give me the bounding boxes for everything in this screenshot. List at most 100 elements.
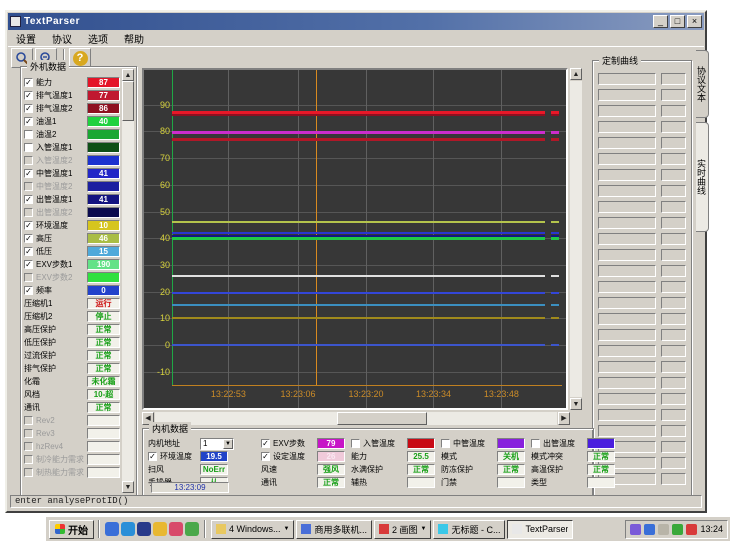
chart-hscroll-thumb[interactable] bbox=[337, 412, 427, 425]
custom-curve-value-box[interactable] bbox=[661, 233, 686, 245]
task-button[interactable]: 2 画图▼ bbox=[374, 520, 431, 539]
custom-curve-value-box[interactable] bbox=[661, 217, 686, 229]
custom-curve-value-box[interactable] bbox=[661, 409, 686, 421]
custom-curve-name-box[interactable] bbox=[598, 137, 656, 149]
indoor-checkbox[interactable]: ✓ bbox=[261, 452, 270, 461]
task-button[interactable]: TextParser bbox=[507, 520, 573, 539]
download-manager-icon[interactable] bbox=[686, 524, 697, 535]
mail-icon[interactable] bbox=[153, 522, 167, 536]
custom-curve-name-box[interactable] bbox=[598, 281, 656, 293]
curve-checkbox[interactable] bbox=[24, 273, 33, 282]
custom-curve-name-box[interactable] bbox=[598, 425, 656, 437]
tab-realtime-curve[interactable]: 实时曲线 bbox=[696, 122, 709, 232]
download-icon[interactable] bbox=[169, 522, 183, 536]
custom-curve-name-box[interactable] bbox=[598, 233, 656, 245]
custom-curve-name-box[interactable] bbox=[598, 345, 656, 357]
custom-curve-name-box[interactable] bbox=[598, 265, 656, 277]
curve-checkbox[interactable] bbox=[24, 143, 33, 152]
custom-curve-name-box[interactable] bbox=[598, 169, 656, 181]
restore-button[interactable]: □ bbox=[670, 15, 685, 28]
curve-checkbox[interactable] bbox=[24, 208, 33, 217]
outdoor-scroll-up-icon[interactable]: ▲ bbox=[122, 69, 134, 81]
chart-scroll-up-icon[interactable]: ▲ bbox=[570, 68, 582, 80]
start-button[interactable]: 开始 bbox=[49, 520, 94, 539]
outdoor-scrollbar[interactable] bbox=[122, 81, 134, 481]
custom-curve-value-box[interactable] bbox=[661, 105, 686, 117]
curve-checkbox[interactable]: ✓ bbox=[24, 234, 33, 243]
menu-protocol[interactable]: 协议 bbox=[44, 30, 80, 47]
custom-curve-value-box[interactable] bbox=[661, 393, 686, 405]
messenger-icon[interactable] bbox=[121, 522, 135, 536]
minimize-button[interactable]: _ bbox=[653, 15, 668, 28]
custom-curve-name-box[interactable] bbox=[598, 313, 656, 325]
indoor-checkbox[interactable]: ✓ bbox=[148, 452, 157, 461]
custom-curve-value-box[interactable] bbox=[661, 313, 686, 325]
custom-curve-name-box[interactable] bbox=[598, 201, 656, 213]
custom-curve-value-box[interactable] bbox=[661, 329, 686, 341]
custom-curve-name-box[interactable] bbox=[598, 153, 656, 165]
curve-checkbox[interactable] bbox=[24, 156, 33, 165]
notes-icon[interactable] bbox=[185, 522, 199, 536]
custom-curve-value-box[interactable] bbox=[661, 137, 686, 149]
custom-curve-value-box[interactable] bbox=[661, 249, 686, 261]
custom-curve-name-box[interactable] bbox=[598, 361, 656, 373]
custom-curve-value-box[interactable] bbox=[661, 457, 686, 469]
custom-curve-value-box[interactable] bbox=[661, 473, 686, 485]
custom-curve-value-box[interactable] bbox=[661, 345, 686, 357]
curve-checkbox[interactable]: ✓ bbox=[24, 260, 33, 269]
custom-curve-value-box[interactable] bbox=[661, 73, 686, 85]
title-bar[interactable]: TextParser _ □ × bbox=[8, 13, 704, 30]
custom-curve-name-box[interactable] bbox=[598, 89, 656, 101]
custom-curve-value-box[interactable] bbox=[661, 185, 686, 197]
custom-curve-value-box[interactable] bbox=[661, 201, 686, 213]
custom-curve-value-box[interactable] bbox=[661, 265, 686, 277]
custom-curve-value-box[interactable] bbox=[661, 169, 686, 181]
curve-checkbox[interactable]: ✓ bbox=[24, 169, 33, 178]
chart-vscroll-track[interactable] bbox=[570, 81, 582, 397]
chart-scroll-right-icon[interactable]: ▶ bbox=[558, 412, 570, 425]
reserved-checkbox[interactable] bbox=[24, 429, 33, 438]
outdoor-scroll-thumb[interactable] bbox=[122, 81, 134, 121]
custom-curve-name-box[interactable] bbox=[598, 329, 656, 341]
show-hidden-icon[interactable] bbox=[658, 524, 669, 535]
custom-curve-value-box[interactable] bbox=[661, 281, 686, 293]
printer-icon[interactable] bbox=[630, 524, 641, 535]
indoor-checkbox[interactable] bbox=[351, 439, 360, 448]
custom-curve-name-box[interactable] bbox=[598, 409, 656, 421]
curve-checkbox[interactable] bbox=[24, 182, 33, 191]
custom-curve-name-box[interactable] bbox=[598, 393, 656, 405]
indoor-checkbox[interactable]: ✓ bbox=[261, 439, 270, 448]
custom-curve-value-box[interactable] bbox=[661, 153, 686, 165]
menu-help[interactable]: 帮助 bbox=[116, 30, 152, 47]
curve-checkbox[interactable]: ✓ bbox=[24, 117, 33, 126]
ie-icon[interactable] bbox=[105, 522, 119, 536]
custom-curve-name-box[interactable] bbox=[598, 73, 656, 85]
custom-curve-name-box[interactable] bbox=[598, 105, 656, 117]
chart-hscrollbar[interactable]: ◀ ▶ bbox=[142, 412, 570, 426]
custom-curve-value-box[interactable] bbox=[661, 441, 686, 453]
curve-checkbox[interactable]: ✓ bbox=[24, 104, 33, 113]
custom-curve-name-box[interactable] bbox=[598, 377, 656, 389]
curve-checkbox[interactable] bbox=[24, 130, 33, 139]
chevron-down-icon[interactable]: ▼ bbox=[223, 439, 233, 449]
indoor-checkbox[interactable] bbox=[531, 439, 540, 448]
help-button[interactable]: ? bbox=[69, 48, 91, 68]
outdoor-scroll-down-icon[interactable]: ▼ bbox=[122, 481, 134, 493]
menu-settings[interactable]: 设置 bbox=[8, 30, 44, 47]
task-button[interactable]: 商用多联机... bbox=[296, 520, 372, 539]
custom-curve-name-box[interactable] bbox=[598, 297, 656, 309]
chart-scroll-down-icon[interactable]: ▼ bbox=[570, 398, 582, 410]
indoor-address-dropdown[interactable]: 1▼ bbox=[200, 438, 234, 450]
tab-protocol-text[interactable]: 协议文本 bbox=[696, 50, 709, 118]
curve-checkbox[interactable]: ✓ bbox=[24, 247, 33, 256]
curve-checkbox[interactable]: ✓ bbox=[24, 78, 33, 87]
custom-curve-value-box[interactable] bbox=[661, 121, 686, 133]
task-button[interactable]: 无标题 - C... bbox=[433, 520, 505, 539]
custom-curve-value-box[interactable] bbox=[661, 425, 686, 437]
custom-curve-value-box[interactable] bbox=[661, 89, 686, 101]
reserved-checkbox[interactable] bbox=[24, 416, 33, 425]
indoor-checkbox[interactable] bbox=[441, 439, 450, 448]
curve-checkbox[interactable]: ✓ bbox=[24, 195, 33, 204]
custom-curve-name-box[interactable] bbox=[598, 249, 656, 261]
custom-curve-name-box[interactable] bbox=[598, 121, 656, 133]
